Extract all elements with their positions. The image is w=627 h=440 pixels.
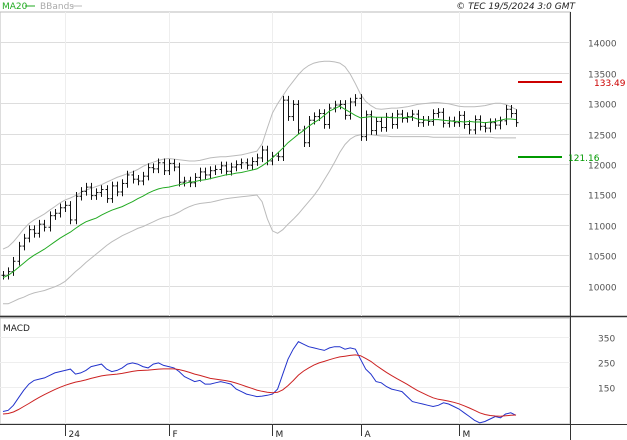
price-y-tick-labels: 1000010500110001150012000125001300013500… <box>588 40 617 294</box>
price-y-tick-label: 11000 <box>588 223 617 233</box>
macd-y-tick-labels: 150 250 350 <box>598 335 615 395</box>
x-tick-label: A <box>365 430 372 440</box>
macd-y-tick-label: 150 <box>598 385 615 395</box>
macd-y-tick-label: 250 <box>598 360 615 370</box>
resistance-label: 133.49 <box>594 79 626 89</box>
price-y-tick-label: 13000 <box>588 101 617 111</box>
price-y-tick-label: 11500 <box>588 192 617 202</box>
price-y-tick-label: 10500 <box>588 253 617 263</box>
x-tick-label: F <box>173 430 178 440</box>
macd-title: MACD <box>3 324 30 334</box>
price-chart: 1000010500110001150012000125001300013500… <box>0 0 627 440</box>
support-label: 121.16 <box>568 154 600 164</box>
legend-bbands: BBands <box>40 2 74 12</box>
price-y-tick-label: 10000 <box>588 284 617 294</box>
x-tick-label: 24 <box>69 430 81 440</box>
copyright-text: © TEC 19/5/2024 3:0 GMT <box>456 2 576 12</box>
price-y-tick-label: 14000 <box>588 40 617 50</box>
price-y-tick-label: 12500 <box>588 132 617 142</box>
legend-ma20: MA20 <box>2 2 28 12</box>
macd-y-tick-label: 350 <box>598 335 615 345</box>
x-tick-label: M <box>276 430 284 440</box>
x-tick-label: M <box>463 430 471 440</box>
